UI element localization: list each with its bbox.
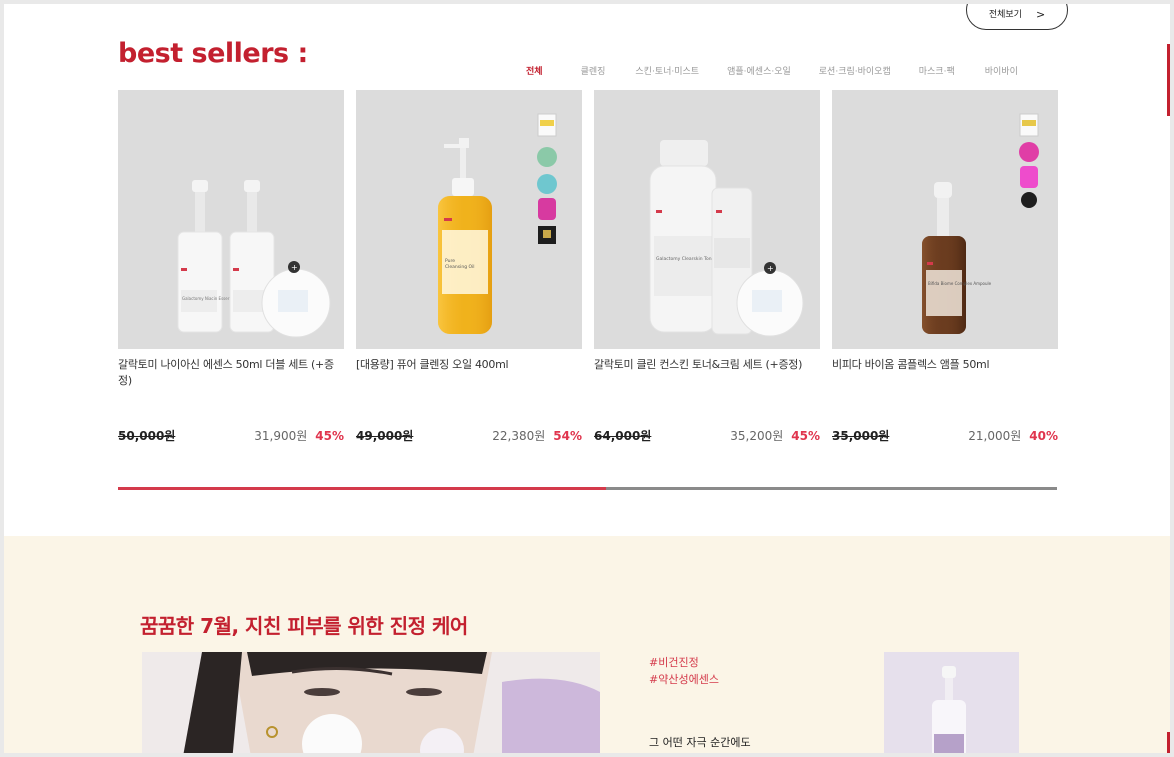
tab-all[interactable]: 전체 [526, 64, 543, 77]
original-price: 50,000원 [118, 429, 176, 443]
bottle-left: Galactomy Niacin Essence [177, 180, 235, 333]
award-badges [537, 113, 557, 244]
tab-skin-toner-mist[interactable]: 스킨·토너·미스트 [635, 64, 699, 77]
sale-price: 35,200원 [730, 429, 784, 443]
cleansing-oil-bottle-image: Pure Cleansing Oil [438, 113, 557, 334]
promo-section: 꿈꿈한 7월, 지친 피부를 위한 진정 케어 #비건진정 #약산성에센스 그 … [4, 536, 1170, 753]
tag-weak-acid-essence[interactable]: #약산성에센스 [649, 671, 719, 688]
scrollbar-thumb-secondary[interactable] [1167, 732, 1170, 753]
svg-text:Galactomy Clearskin Toner: Galactomy Clearskin Toner [656, 256, 716, 262]
product-image[interactable]: Galactomy Niacin Essence + [118, 90, 344, 349]
product-card[interactable]: Galactomy Clearskin Toner + 갈락토미 클린 컨스킨 … [594, 90, 820, 444]
award-badges [1019, 113, 1039, 208]
discount-rate: 40% [1029, 429, 1058, 443]
sale-price: 22,380원 [492, 429, 546, 443]
svg-text:Cleansing Oil: Cleansing Oil [445, 264, 475, 270]
discount-rate: 45% [791, 429, 820, 443]
tab-lotion-cream[interactable]: 로션·크림·바이오캡 [819, 64, 891, 77]
product-name[interactable]: [대용량] 퓨어 클렌징 오일 400ml [356, 357, 582, 405]
svg-text:+: + [291, 263, 298, 272]
product-image[interactable]: Galactomy Clearskin Toner + [594, 90, 820, 349]
bifida-ampoule-image: Bifida Biome Complex Ampoule [922, 113, 1039, 334]
model-photo [142, 652, 600, 753]
original-price: 35,000원 [832, 429, 890, 443]
product-name[interactable]: 갈락토미 나이아신 에센스 50ml 더블 세트 (+증정) [118, 357, 344, 405]
promo-title: 꿈꿈한 7월, 지친 피부를 위한 진정 케어 [140, 614, 468, 638]
svg-text:Galactomy Niacin Essence: Galactomy Niacin Essence [182, 296, 235, 301]
original-price: 64,000원 [594, 429, 652, 443]
tab-cleansing[interactable]: 클렌징 [581, 64, 606, 77]
pump-bottle: Pure Cleansing Oil [438, 138, 492, 334]
sale-price: 21,000원 [968, 429, 1022, 443]
product-image[interactable]: Bifida Biome Complex Ampoule [832, 90, 1058, 349]
carousel-progress-fill [118, 487, 607, 490]
category-tabs: 전체 클렌징 스킨·토너·미스트 앰플·에센스·오일 로션·크림·바이오캡 마스… [526, 64, 1018, 77]
product-name[interactable]: 갈락토미 클린 컨스킨 토너&크림 세트 (+증정) [594, 357, 820, 405]
page-frame: 전체보기 > best sellers : 전체 클렌징 스킨·토너·미스트 앰… [4, 4, 1170, 753]
dropper-bottle: Bifida Biome Complex Ampoule [922, 182, 992, 334]
carousel-progress-bar[interactable] [118, 487, 1057, 490]
tag-vegan-soothing[interactable]: #비건진정 [649, 654, 719, 671]
promo-model-image[interactable] [142, 652, 600, 753]
tab-bye-bye[interactable]: 바이바이 [985, 64, 1018, 77]
product-name[interactable]: 비피다 바이옴 콤플렉스 앰플 50ml [832, 357, 1058, 405]
promo-essence-bottle [884, 652, 1019, 753]
chevron-right-icon: > [1035, 8, 1046, 21]
view-all-label: 전체보기 [988, 10, 1022, 20]
product-card[interactable]: Galactomy Niacin Essence + 갈락토미 나이아신 에센스… [118, 90, 344, 444]
original-price: 49,000원 [356, 429, 414, 443]
section-title: best sellers : [118, 38, 308, 69]
niacin-essence-bottles-image: Galactomy Niacin Essence + [177, 180, 331, 338]
svg-text:+: + [767, 264, 774, 273]
price-row: 50,000원 31,900원 45% [118, 427, 344, 444]
product-image[interactable]: Pure Cleansing Oil [356, 90, 582, 349]
price-row: 35,000원 21,000원 40% [832, 427, 1058, 444]
tab-ampoule-essence-oil[interactable]: 앰플·에센스·오일 [727, 64, 791, 77]
sale-price: 31,900원 [254, 429, 308, 443]
svg-text:Bifida Biome Complex Ampoule: Bifida Biome Complex Ampoule [928, 281, 992, 286]
promo-product-image[interactable] [884, 652, 1019, 753]
scrollbar-thumb[interactable] [1167, 44, 1170, 116]
toner-bottle: Galactomy Clearskin Toner [649, 140, 717, 333]
price-row: 49,000원 22,380원 54% [356, 427, 582, 444]
svg-text:Pure: Pure [445, 258, 455, 264]
product-carousel: Galactomy Niacin Essence + 갈락토미 나이아신 에센스… [118, 90, 1058, 444]
tab-mask-pack[interactable]: 마스크·팩 [919, 64, 955, 77]
discount-rate: 54% [553, 429, 582, 443]
product-card[interactable]: Pure Cleansing Oil [대용량] 퓨어 클렌징 오일 400ml… [356, 90, 582, 444]
toner-cream-set-image: Galactomy Clearskin Toner + [649, 140, 804, 337]
view-all-button[interactable]: 전체보기 > [966, 4, 1068, 30]
price-row: 64,000원 35,200원 45% [594, 427, 820, 444]
promo-subtitle: 그 어떤 자극 순간에도 [649, 736, 751, 749]
promo-tags: #비건진정 #약산성에센스 [649, 654, 719, 688]
discount-rate: 45% [315, 429, 344, 443]
product-card[interactable]: Bifida Biome Complex Ampoule 비피다 바이옴 콤플렉… [832, 90, 1058, 444]
